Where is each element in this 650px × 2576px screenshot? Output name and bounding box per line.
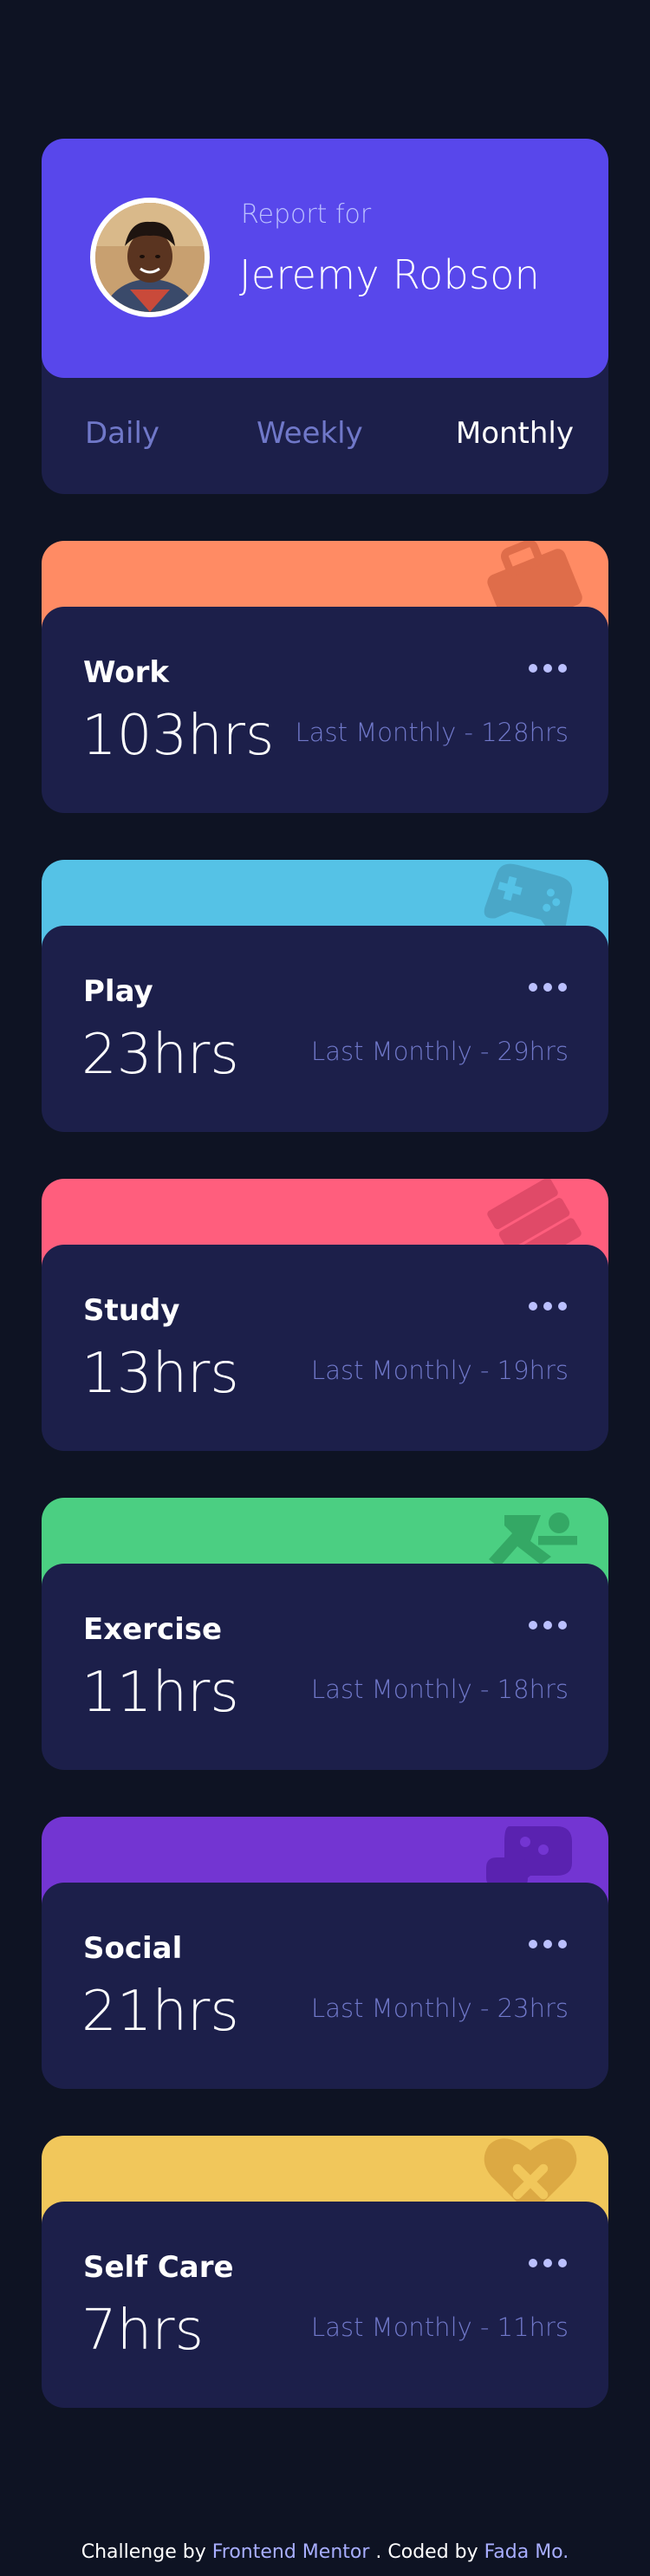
activity-card-exercise[interactable]: Exercise 11hrs Last Monthly - 18hrs — [42, 1498, 608, 1770]
activity-body-play: Play 23hrs Last Monthly - 29hrs — [42, 926, 608, 1132]
ellipsis-icon[interactable] — [527, 979, 569, 995]
activity-previous: Last Monthly - 19hrs — [311, 1356, 569, 1385]
author-link[interactable]: Fada Mo. — [484, 2541, 569, 2563]
user-name: Jeremy Robson — [239, 251, 541, 298]
activity-hours: 103hrs — [81, 704, 275, 768]
activity-title: Self Care — [83, 2250, 234, 2285]
profile-header: Report for Jeremy Robson — [42, 139, 608, 378]
activity-previous: Last Monthly - 128hrs — [295, 718, 569, 747]
ellipsis-icon[interactable] — [527, 1936, 569, 1952]
report-for-label: Report for — [241, 199, 372, 230]
profile-card: Report for Jeremy Robson Daily Weekly Mo… — [42, 139, 608, 494]
ellipsis-icon[interactable] — [527, 1617, 569, 1633]
tab-daily[interactable]: Daily — [85, 416, 159, 451]
timeframe-tabs: Daily Weekly Monthly — [42, 378, 608, 494]
footer-prefix: Challenge by — [81, 2541, 206, 2563]
activity-previous: Last Monthly - 29hrs — [311, 1037, 569, 1066]
activity-body-social: Social 21hrs Last Monthly - 23hrs — [42, 1883, 608, 2089]
activity-card-play[interactable]: Play 23hrs Last Monthly - 29hrs — [42, 860, 608, 1132]
activity-previous: Last Monthly - 18hrs — [311, 1675, 569, 1704]
activity-previous: Last Monthly - 11hrs — [311, 2313, 569, 2342]
activity-title: Play — [83, 974, 153, 1009]
activity-hours: 13hrs — [81, 1342, 239, 1406]
ellipsis-icon[interactable] — [527, 660, 569, 676]
avatar-image — [95, 203, 205, 312]
dashboard: Report for Jeremy Robson Daily Weekly Mo… — [42, 139, 608, 2408]
activity-hours: 21hrs — [81, 1980, 239, 2044]
activity-body-self-care: Self Care 7hrs Last Monthly - 11hrs — [42, 2202, 608, 2408]
ellipsis-icon[interactable] — [527, 2255, 569, 2271]
avatar — [90, 198, 210, 317]
activity-title: Exercise — [83, 1612, 223, 1647]
activity-body-study: Study 13hrs Last Monthly - 19hrs — [42, 1245, 608, 1451]
frontend-mentor-link[interactable]: Frontend Mentor — [212, 2541, 370, 2563]
activity-card-study[interactable]: Study 13hrs Last Monthly - 19hrs — [42, 1179, 608, 1451]
activity-hours: 7hrs — [81, 2299, 204, 2363]
activity-hours: 23hrs — [81, 1023, 239, 1087]
activity-title: Social — [83, 1931, 183, 1966]
activity-card-work[interactable]: Work 103hrs Last Monthly - 128hrs — [42, 541, 608, 813]
activity-title: Study — [83, 1293, 180, 1328]
activity-title: Work — [83, 655, 170, 690]
activity-body-exercise: Exercise 11hrs Last Monthly - 18hrs — [42, 1564, 608, 1770]
activity-body-work: Work 103hrs Last Monthly - 128hrs — [42, 607, 608, 813]
activity-previous: Last Monthly - 23hrs — [311, 1994, 569, 2023]
activity-hours: 11hrs — [81, 1661, 239, 1725]
activity-card-self-care[interactable]: Self Care 7hrs Last Monthly - 11hrs — [42, 2136, 608, 2408]
ellipsis-icon[interactable] — [527, 1298, 569, 1314]
attribution-footer: Challenge by Frontend Mentor . Coded by … — [0, 2541, 650, 2563]
activity-card-social[interactable]: Social 21hrs Last Monthly - 23hrs — [42, 1817, 608, 2089]
footer-middle: . Coded by — [375, 2541, 478, 2563]
tab-weekly[interactable]: Weekly — [257, 416, 363, 451]
tab-monthly[interactable]: Monthly — [456, 416, 574, 451]
